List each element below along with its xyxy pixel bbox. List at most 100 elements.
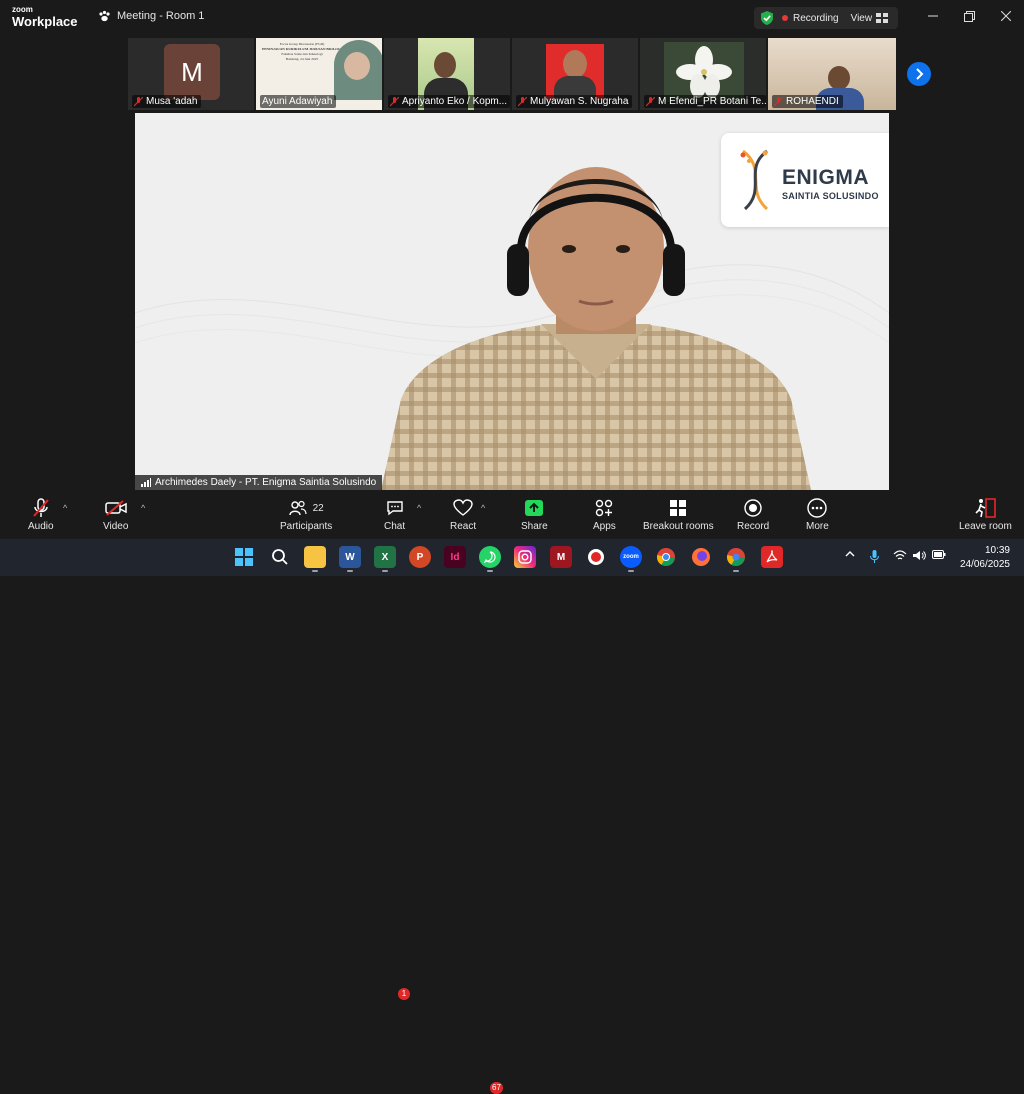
participant-name-tag: Mulyawan S. Nugraha — [516, 95, 633, 108]
meeting-title: Meeting - Room 1 — [98, 10, 204, 22]
mic-muted-icon — [518, 96, 527, 106]
audio-button[interactable]: Audio — [28, 497, 54, 532]
video-button[interactable]: Video — [103, 497, 128, 532]
record-button[interactable]: Record — [737, 497, 769, 532]
react-label: React — [450, 521, 477, 532]
share-button[interactable]: Share — [521, 497, 548, 532]
file-explorer-icon[interactable] — [304, 546, 326, 568]
participant-tile[interactable]: Focus Group Discussion (FGD) PENINJAUAN … — [256, 38, 384, 110]
next-page-button[interactable] — [907, 62, 931, 86]
view-button[interactable]: View — [847, 13, 893, 24]
audio-options-chevron-icon[interactable]: ^ — [63, 503, 67, 513]
view-grid-icon — [876, 13, 889, 23]
chat-button[interactable]: Chat — [384, 497, 405, 532]
participant-name: Apriyanto Eko / Kopm... — [402, 96, 508, 107]
meeting-title-label: Meeting - Room 1 — [117, 10, 205, 22]
video-options-chevron-icon[interactable]: ^ — [141, 503, 145, 513]
participant-tile[interactable]: M Musa 'adah — [128, 38, 256, 110]
participant-name-tag: M Efendi_PR Botani Te... — [644, 95, 766, 108]
zoom-workplace-logo: zoom Workplace — [12, 6, 78, 29]
mendeley-icon[interactable]: M — [550, 546, 572, 568]
slide-line: Bandung, 24 Juni 2025 — [285, 57, 319, 61]
clock-date: 24/06/2025 — [959, 559, 1010, 570]
close-icon[interactable] — [999, 9, 1013, 23]
acrobat-icon[interactable] — [761, 546, 783, 568]
leave-door-icon — [975, 498, 997, 518]
running-indicator — [382, 570, 388, 572]
meeting-toolbar: Audio ^ Video ^ 22 Participants Chat 1 ^… — [0, 491, 1024, 1000]
instagram-icon[interactable] — [514, 546, 536, 568]
participant-name-tag: Apriyanto Eko / Kopm... — [388, 95, 510, 108]
leave-room-button[interactable]: Leave room — [959, 497, 1012, 532]
participant-tile[interactable]: Apriyanto Eko / Kopm... — [384, 38, 512, 110]
participant-name: Mulyawan S. Nugraha — [530, 96, 629, 107]
more-button[interactable]: More — [806, 497, 829, 532]
chrome-icon[interactable] — [655, 546, 677, 568]
running-indicator — [628, 570, 634, 572]
recording-area: Recording View — [754, 7, 899, 29]
participant-tile[interactable]: ROHAENDI — [768, 38, 896, 110]
breakout-rooms-button[interactable]: Breakout rooms — [643, 497, 714, 532]
battery-icon[interactable] — [932, 550, 946, 562]
breakout-rooms-label: Breakout rooms — [643, 521, 714, 532]
react-button[interactable]: React — [450, 497, 476, 532]
participants-button[interactable]: 22 Participants — [280, 497, 332, 532]
running-indicator — [487, 570, 493, 572]
recording-dot-icon — [782, 15, 788, 21]
audio-label: Audio — [28, 521, 54, 532]
system-clock[interactable]: 10:39 24/06/2025 — [960, 544, 1010, 572]
logo-title: ENIGMA — [782, 166, 869, 189]
chrome-profile-icon[interactable] — [725, 546, 747, 568]
zoom-icon[interactable]: zoom — [620, 546, 642, 568]
participant-tile[interactable]: M Efendi_PR Botani Te... — [640, 38, 768, 110]
participant-name: Musa 'adah — [146, 96, 198, 107]
word-icon[interactable]: W — [339, 546, 361, 568]
mic-muted-icon — [134, 96, 143, 106]
participant-tile[interactable]: Mulyawan S. Nugraha — [512, 38, 640, 110]
video-label: Video — [103, 521, 129, 532]
volume-icon[interactable] — [912, 550, 926, 564]
windows-taskbar: W X P Id 67 M zoom 10:39 24/06/2025 — [0, 539, 1024, 1094]
company-logo: ENIGMA SAINTIA SOLUSINDO — [721, 133, 889, 227]
title-bar: zoom Workplace Meeting - Room 1 Recordin… — [0, 0, 1024, 36]
powerpoint-icon[interactable]: P — [409, 546, 431, 568]
tray-overflow-chevron-icon[interactable] — [845, 550, 855, 561]
firefox-icon[interactable] — [690, 546, 712, 568]
excel-icon[interactable]: X — [374, 546, 396, 568]
whatsapp-badge: 67 — [490, 1082, 503, 1094]
minimize-icon[interactable] — [926, 9, 940, 23]
participants-icon — [288, 500, 307, 516]
participant-strip: M Musa 'adah Focus Group Discussion (FGD… — [128, 38, 896, 110]
windows-start-icon[interactable] — [233, 546, 255, 568]
tray-mic-icon[interactable] — [870, 550, 879, 567]
breakout-rooms-icon — [670, 500, 687, 516]
react-options-chevron-icon[interactable]: ^ — [481, 503, 485, 513]
active-speaker-video[interactable]: ENIGMA SAINTIA SOLUSINDO Archimedes Dael… — [135, 113, 889, 490]
participant-name: M Efendi_PR Botani Te... — [658, 96, 766, 107]
participant-name-tag: ROHAENDI — [772, 95, 843, 108]
participant-name-tag: Ayuni Adawiyah — [260, 95, 337, 108]
chat-options-chevron-icon[interactable]: ^ — [417, 503, 421, 513]
leave-room-label: Leave room — [959, 521, 1012, 532]
restore-icon[interactable] — [962, 9, 976, 23]
chat-unread-badge: 1 — [398, 988, 410, 1000]
indesign-icon[interactable]: Id — [444, 546, 466, 568]
wifi-icon[interactable] — [893, 550, 907, 564]
more-label: More — [806, 521, 829, 532]
apps-button[interactable]: Apps — [593, 497, 616, 532]
chat-icon — [386, 501, 403, 516]
apps-label: Apps — [593, 521, 616, 532]
recording-indicator[interactable]: Recording — [782, 13, 839, 24]
record-app-icon[interactable] — [585, 546, 607, 568]
search-icon[interactable] — [269, 546, 291, 568]
logo-subtitle: SAINTIA SOLUSINDO — [782, 191, 879, 201]
apps-icon — [596, 499, 613, 517]
participants-count: 22 — [312, 502, 324, 514]
participant-name: Ayuni Adawiyah — [262, 96, 333, 107]
brand-large: Workplace — [12, 14, 78, 29]
dna-logo-icon — [740, 149, 769, 211]
avatar-letter: M — [181, 56, 203, 87]
whatsapp-icon[interactable] — [479, 546, 501, 568]
encryption-shield-icon[interactable] — [760, 10, 774, 26]
running-indicator — [347, 570, 353, 572]
